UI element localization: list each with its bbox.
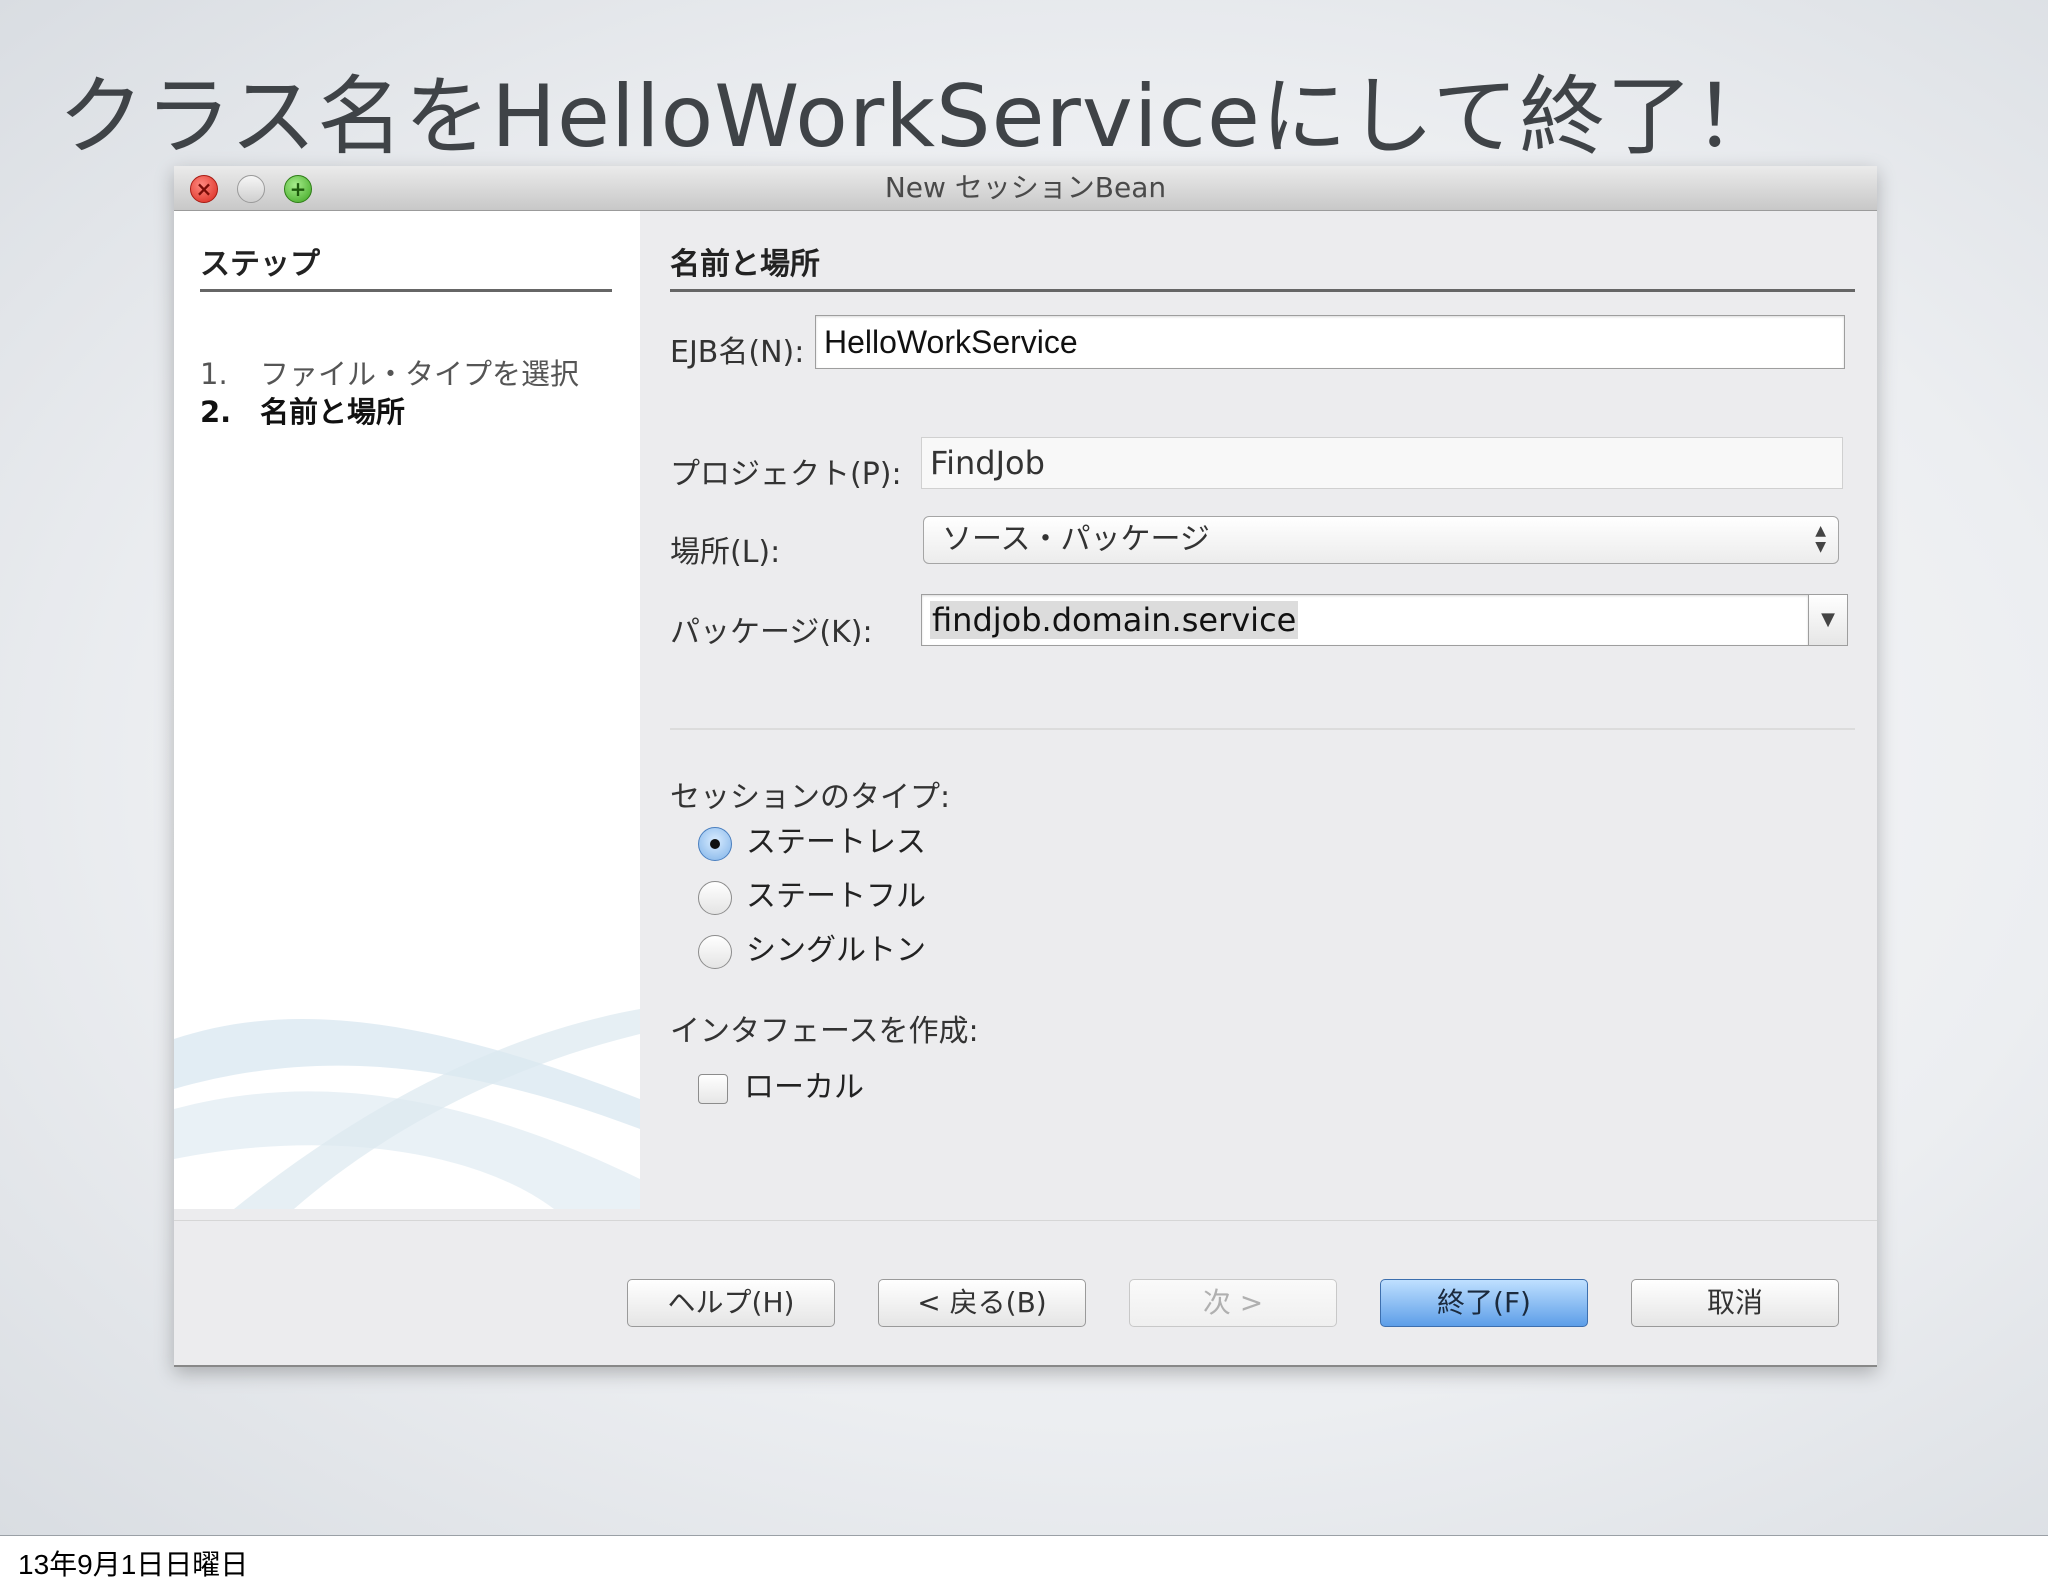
back-button[interactable]: < 戻る(B) bbox=[878, 1279, 1086, 1327]
step-number: 2. bbox=[200, 395, 232, 429]
location-select[interactable]: ソース・パッケージ ▲ ▼ bbox=[923, 516, 1839, 564]
package-value: findjob.domain.service bbox=[930, 601, 1299, 639]
step-item-file-type: 1. ファイル・タイプを選択 bbox=[200, 351, 579, 393]
step-label: ファイル・タイプを選択 bbox=[260, 357, 580, 391]
local-checkbox[interactable] bbox=[698, 1073, 728, 1104]
slide-title: クラス名をHelloWorkServiceにして終了！ bbox=[58, 67, 1781, 167]
titlebar: × + New セッションBean bbox=[174, 166, 1877, 211]
ejb-name-input[interactable]: HelloWorkService bbox=[815, 315, 1845, 369]
button-bar-divider bbox=[174, 1220, 1877, 1221]
steps-panel: ステップ 1. ファイル・タイプを選択 2. 名前と場所 bbox=[174, 211, 640, 1209]
radio-singleton[interactable]: シングルトン bbox=[698, 925, 926, 969]
steps-heading: ステップ bbox=[200, 239, 612, 292]
location-value: ソース・パッケージ bbox=[942, 522, 1210, 557]
new-session-bean-dialog: × + New セッションBean ステップ 1. ファイル・タイプを選択 2. 名… bbox=[174, 166, 1877, 1367]
footer-date: 13年9月1日日曜日 bbox=[18, 1549, 249, 1580]
radio-stateless[interactable]: ステートレス bbox=[698, 817, 926, 861]
checkbox-label: ローカル bbox=[744, 1070, 864, 1105]
project-field: FindJob bbox=[921, 437, 1843, 489]
radio-button-checked[interactable] bbox=[698, 826, 732, 861]
finish-button[interactable]: 終了(F) bbox=[1380, 1279, 1588, 1327]
step-number: 1. bbox=[200, 357, 228, 391]
section-heading: 名前と場所 bbox=[670, 239, 1855, 292]
step-label: 名前と場所 bbox=[260, 395, 406, 429]
radio-label: シングルトン bbox=[746, 933, 926, 968]
ejb-name-label: EJB名(N): bbox=[670, 335, 805, 370]
package-combo-input[interactable]: findjob.domain.service bbox=[921, 594, 1809, 646]
radio-stateful[interactable]: ステートフル bbox=[698, 871, 926, 915]
checkbox-local[interactable]: ローカル bbox=[698, 1062, 864, 1105]
form-panel: 名前と場所 EJB名(N): HelloWorkService プロジェクト(P… bbox=[640, 211, 1877, 1209]
radio-button[interactable] bbox=[698, 880, 732, 915]
separator bbox=[670, 728, 1855, 730]
radio-button[interactable] bbox=[698, 934, 732, 969]
next-button[interactable]: 次 > bbox=[1129, 1279, 1337, 1327]
location-label: 場所(L): bbox=[670, 535, 781, 570]
window-title: New セッションBean bbox=[884, 171, 1167, 204]
slide: クラス名をHelloWorkServiceにして終了！ × + New セッショ… bbox=[0, 0, 2048, 1536]
decorative-swoosh-image bbox=[174, 1009, 640, 1209]
radio-label: ステートレス bbox=[746, 825, 926, 860]
cancel-button[interactable]: 取消 bbox=[1631, 1279, 1839, 1327]
step-item-name-location: 2. 名前と場所 bbox=[200, 389, 405, 431]
help-button[interactable]: ヘルプ(H) bbox=[627, 1279, 835, 1327]
session-type-label: セッションのタイプ: bbox=[670, 780, 951, 815]
package-label: パッケージ(K): bbox=[670, 615, 873, 650]
chevron-down-icon[interactable]: ▼ bbox=[1808, 594, 1848, 646]
create-interface-label: インタフェースを作成: bbox=[670, 1014, 979, 1049]
project-label: プロジェクト(P): bbox=[670, 457, 902, 492]
updown-arrows-icon: ▲ ▼ bbox=[1815, 523, 1826, 555]
radio-label: ステートフル bbox=[746, 879, 926, 914]
